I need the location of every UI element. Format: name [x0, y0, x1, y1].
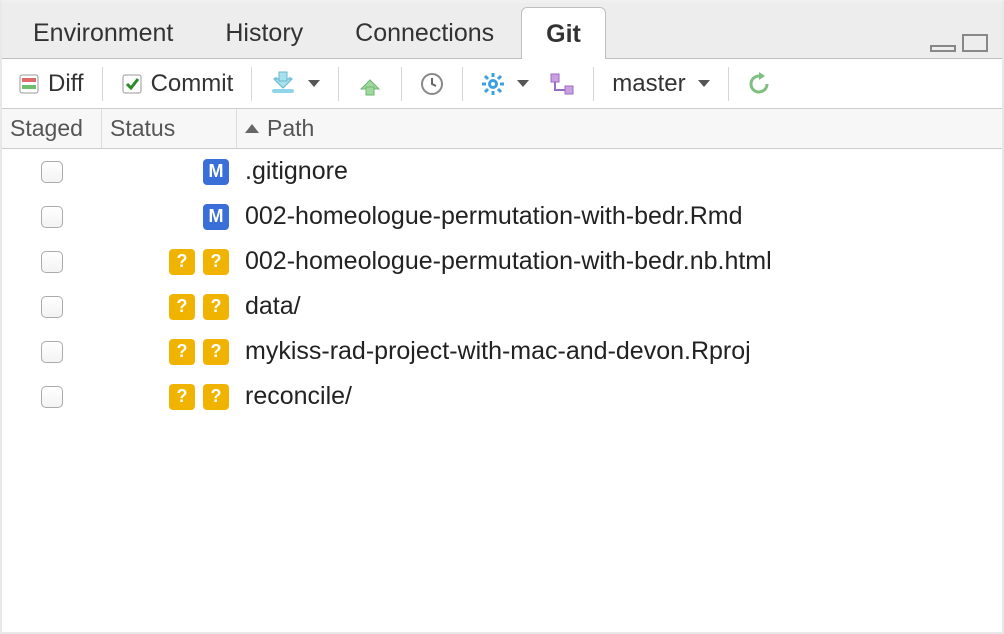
- column-header-path-label: Path: [267, 115, 314, 142]
- modified-badge-icon: M: [203, 204, 229, 230]
- commit-label: Commit: [151, 70, 234, 98]
- status-cell: ??: [102, 249, 237, 275]
- new-branch-button[interactable]: [541, 68, 583, 100]
- clock-icon: [420, 72, 444, 96]
- untracked-badge-icon: ?: [169, 339, 195, 365]
- path-cell: reconcile/: [237, 378, 1002, 415]
- separator: [401, 67, 402, 101]
- history-button[interactable]: [412, 68, 452, 100]
- panel-tabs: Environment History Connections Git: [2, 3, 1002, 59]
- path-cell: mykiss-rad-project-with-mac-and-devon.Rp…: [237, 333, 1002, 370]
- table-row[interactable]: ??002-homeologue-permutation-with-bedr.n…: [2, 239, 1002, 284]
- git-toolbar: Diff Commit: [2, 59, 1002, 109]
- refresh-button[interactable]: [739, 68, 779, 100]
- branch-icon: [549, 72, 575, 96]
- tab-history[interactable]: History: [200, 6, 328, 58]
- staged-cell: [2, 161, 102, 183]
- tab-connections[interactable]: Connections: [330, 6, 519, 58]
- staged-cell: [2, 296, 102, 318]
- status-cell: ??: [102, 384, 237, 410]
- chevron-down-icon: [698, 80, 710, 87]
- branch-selector[interactable]: master: [604, 66, 717, 102]
- columns-header: Staged Status Path: [2, 109, 1002, 149]
- separator: [593, 67, 594, 101]
- modified-badge-icon: M: [203, 159, 229, 185]
- pull-arrow-icon: [270, 71, 296, 97]
- commit-button[interactable]: Commit: [113, 66, 242, 102]
- separator: [338, 67, 339, 101]
- table-row[interactable]: ??reconcile/: [2, 374, 1002, 419]
- table-row[interactable]: M 002-homeologue-permutation-with-bedr.Rm…: [2, 194, 1002, 239]
- push-arrow-icon: [357, 71, 383, 97]
- path-cell: 002-homeologue-permutation-with-bedr.Rmd: [237, 198, 1002, 235]
- path-cell: 002-homeologue-permutation-with-bedr.nb.…: [237, 243, 1002, 280]
- separator: [102, 67, 103, 101]
- push-button[interactable]: [349, 67, 391, 101]
- commit-icon: [121, 73, 143, 95]
- sort-ascending-icon: [245, 124, 259, 133]
- chevron-down-icon: [308, 80, 320, 87]
- gear-icon: [481, 72, 505, 96]
- minimize-icon[interactable]: [930, 34, 956, 52]
- status-cell: ??: [102, 294, 237, 320]
- untracked-badge-icon: ?: [203, 294, 229, 320]
- chevron-down-icon: [517, 80, 529, 87]
- staged-cell: [2, 386, 102, 408]
- tab-environment[interactable]: Environment: [8, 6, 198, 58]
- untracked-badge-icon: ?: [203, 339, 229, 365]
- more-button[interactable]: [473, 68, 537, 100]
- pull-button[interactable]: [262, 67, 328, 101]
- status-cell: M: [102, 159, 237, 185]
- refresh-icon: [747, 72, 771, 96]
- path-cell: data/: [237, 288, 1002, 325]
- diff-icon: [18, 73, 40, 95]
- stage-checkbox[interactable]: [41, 296, 63, 318]
- stage-checkbox[interactable]: [41, 161, 63, 183]
- untracked-badge-icon: ?: [169, 384, 195, 410]
- column-header-status[interactable]: Status: [102, 109, 237, 148]
- file-list: M .gitignore M 002-homeologue-permutation-w…: [2, 149, 1002, 419]
- diff-button[interactable]: Diff: [10, 66, 92, 102]
- table-row[interactable]: ??mykiss-rad-project-with-mac-and-devon.…: [2, 329, 1002, 374]
- stage-checkbox[interactable]: [41, 386, 63, 408]
- untracked-badge-icon: ?: [203, 249, 229, 275]
- stage-checkbox[interactable]: [41, 341, 63, 363]
- separator: [462, 67, 463, 101]
- column-header-path[interactable]: Path: [237, 109, 1002, 148]
- diff-label: Diff: [48, 70, 84, 98]
- staged-cell: [2, 251, 102, 273]
- window-controls: [930, 34, 996, 58]
- separator: [728, 67, 729, 101]
- stage-checkbox[interactable]: [41, 206, 63, 228]
- stage-checkbox[interactable]: [41, 251, 63, 273]
- untracked-badge-icon: ?: [203, 384, 229, 410]
- staged-cell: [2, 341, 102, 363]
- staged-cell: [2, 206, 102, 228]
- column-header-staged[interactable]: Staged: [2, 109, 102, 148]
- path-cell: .gitignore: [237, 153, 1002, 190]
- table-row[interactable]: ??data/: [2, 284, 1002, 329]
- status-cell: ??: [102, 339, 237, 365]
- separator: [251, 67, 252, 101]
- untracked-badge-icon: ?: [169, 294, 195, 320]
- tab-git[interactable]: Git: [521, 7, 606, 59]
- branch-label: master: [612, 70, 685, 98]
- table-row[interactable]: M .gitignore: [2, 149, 1002, 194]
- untracked-badge-icon: ?: [169, 249, 195, 275]
- status-cell: M: [102, 204, 237, 230]
- maximize-icon[interactable]: [962, 34, 988, 52]
